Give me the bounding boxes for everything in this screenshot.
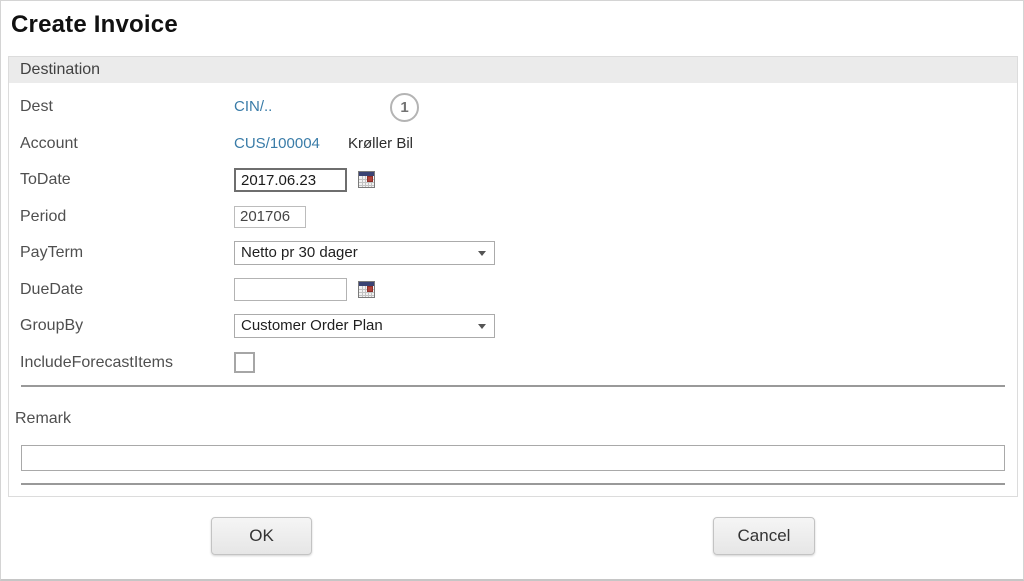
todate-calendar-button[interactable]	[358, 171, 376, 189]
account-link[interactable]: CUS/100004	[234, 135, 320, 152]
destination-panel: Destination Dest CIN/.. 1 Account CUS/10…	[8, 56, 1018, 497]
row-duedate: DueDate	[20, 272, 1005, 309]
remark-label: Remark	[15, 409, 1017, 428]
duedate-label: DueDate	[20, 281, 234, 299]
include-forecast-items-checkbox[interactable]	[234, 352, 255, 373]
create-invoice-dialog: Create Invoice Destination Dest CIN/.. 1…	[0, 0, 1024, 581]
calendar-icon	[358, 281, 375, 298]
todate-label: ToDate	[20, 171, 234, 189]
row-period: Period	[20, 199, 1005, 236]
chevron-down-icon	[478, 324, 486, 329]
duedate-input[interactable]	[234, 278, 347, 301]
payterm-label: PayTerm	[20, 244, 234, 262]
dest-link[interactable]: CIN/..	[234, 98, 272, 115]
cancel-button[interactable]: Cancel	[713, 517, 815, 555]
row-groupby: GroupBy Customer Order Plan	[20, 308, 1005, 345]
row-dest: Dest CIN/.. 1	[20, 89, 1005, 126]
row-include-forecast-items: IncludeForecastItems	[20, 345, 1005, 382]
form-fields: Dest CIN/.. 1 Account CUS/100004 Krøller…	[9, 83, 1017, 381]
calendar-icon	[358, 171, 375, 188]
payterm-selected-value: Netto pr 30 dager	[241, 244, 358, 261]
section-header-destination: Destination	[9, 57, 1017, 83]
remark-input[interactable]	[21, 445, 1005, 471]
count-badge: 1	[390, 93, 419, 122]
groupby-label: GroupBy	[20, 317, 234, 335]
account-name: Krøller Bil	[348, 135, 413, 152]
account-label: Account	[20, 135, 234, 153]
page-title: Create Invoice	[11, 11, 178, 39]
payterm-select[interactable]: Netto pr 30 dager	[234, 241, 495, 265]
duedate-calendar-button[interactable]	[358, 281, 376, 299]
dest-label: Dest	[20, 98, 234, 116]
todate-input[interactable]	[234, 168, 347, 192]
include-forecast-items-label: IncludeForecastItems	[20, 354, 234, 372]
row-payterm: PayTerm Netto pr 30 dager	[20, 235, 1005, 272]
groupby-selected-value: Customer Order Plan	[241, 317, 383, 334]
ok-button[interactable]: OK	[211, 517, 312, 555]
row-todate: ToDate	[20, 162, 1005, 199]
groupby-select[interactable]: Customer Order Plan	[234, 314, 495, 338]
period-label: Period	[20, 208, 234, 226]
chevron-down-icon	[478, 251, 486, 256]
period-input[interactable]	[234, 206, 306, 228]
divider	[21, 483, 1005, 485]
row-account: Account CUS/100004 Krøller Bil	[20, 126, 1005, 163]
divider	[21, 385, 1005, 387]
